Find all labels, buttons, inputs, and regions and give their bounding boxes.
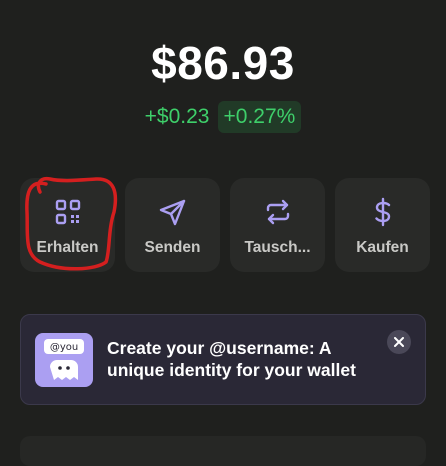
close-icon <box>394 337 404 347</box>
change-amount: +$0.23 <box>144 105 210 128</box>
send-button[interactable]: Senden <box>125 178 220 272</box>
username-badge-icon: @you <box>35 333 93 387</box>
change-percent-badge: +0.27% <box>217 101 302 133</box>
next-card <box>20 436 426 466</box>
close-button[interactable] <box>387 330 411 354</box>
buy-button[interactable]: Kaufen <box>335 178 430 272</box>
svg-text:@you: @you <box>50 342 78 353</box>
balance-amount: $86.93 <box>151 37 295 89</box>
banner-message: Create your @username: A unique identity… <box>107 338 356 380</box>
action-bar: Erhalten Senden Tausch... Kaufen <box>20 178 430 272</box>
qr-code-icon <box>53 197 83 227</box>
receive-label: Erhalten <box>36 239 99 256</box>
send-icon <box>158 197 188 227</box>
username-promo-banner[interactable]: @you Create your @username: A unique ide… <box>20 314 426 405</box>
buy-label: Kaufen <box>356 239 409 256</box>
dollar-icon <box>368 197 398 227</box>
receive-button[interactable]: Erhalten <box>20 178 115 272</box>
swap-button[interactable]: Tausch... <box>230 178 325 272</box>
balance-change: +$0.23 +0.27% <box>0 101 446 133</box>
send-label: Senden <box>144 239 201 256</box>
swap-label: Tausch... <box>244 239 311 256</box>
swap-icon <box>263 197 293 227</box>
